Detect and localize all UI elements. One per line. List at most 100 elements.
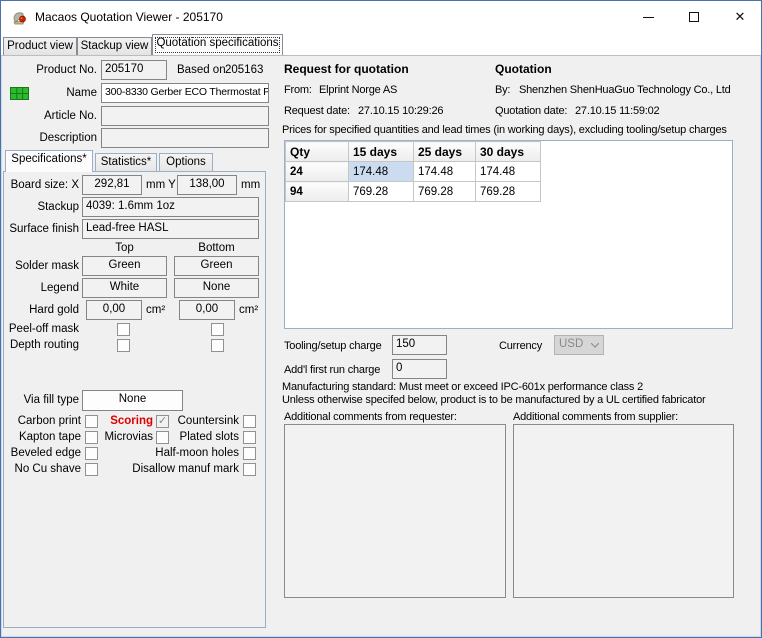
quotation-date-value: 27.10.15 11:59:02 — [575, 105, 660, 117]
mfg-standard-line2: Unless otherwise specifed below, product… — [282, 394, 706, 406]
cm2-bottom-label: cm² — [239, 304, 259, 316]
price-cell[interactable]: 174.48 — [348, 161, 414, 182]
article-no-field[interactable] — [101, 106, 269, 126]
qty-cell[interactable]: 94 — [285, 181, 349, 202]
tab-quotation-specifications[interactable]: Quotation specifications — [152, 34, 283, 55]
depth-routing-top-checkbox[interactable] — [117, 339, 130, 352]
maximize-button[interactable] — [671, 1, 717, 33]
qty-cell[interactable]: 24 — [285, 161, 349, 182]
currency-label: Currency — [499, 340, 543, 352]
beveled-edge-checkbox[interactable] — [85, 447, 98, 460]
currency-select[interactable]: USD — [554, 335, 604, 355]
app-icon — [13, 12, 26, 25]
price-cell[interactable]: 174.48 — [413, 161, 476, 182]
tooling-charge-label: Tooling/setup charge — [284, 340, 382, 352]
peel-off-mask-label: Peel-off mask — [8, 323, 79, 335]
rfq-title: Request for quotation — [284, 62, 409, 76]
half-moon-holes-label: Half-moon holes — [155, 447, 239, 459]
close-button[interactable]: ✕ — [717, 1, 761, 33]
peel-off-bottom-checkbox[interactable] — [211, 323, 224, 336]
countersink-label: Countersink — [177, 415, 239, 427]
half-moon-holes-checkbox[interactable] — [243, 447, 256, 460]
days15-header[interactable]: 15 days — [348, 141, 414, 162]
hard-gold-bottom-field[interactable]: 0,00 — [179, 300, 235, 320]
cm2-top-label: cm² — [146, 304, 166, 316]
price-cell[interactable]: 769.28 — [348, 181, 414, 202]
minimize-button[interactable] — [625, 1, 671, 33]
price-table: Qty 15 days 25 days 30 days 24 174.48 174.… — [285, 141, 541, 202]
board-size-label: Board size: X — [10, 179, 79, 191]
request-date-label: Request date: — [284, 105, 350, 117]
solder-mask-top-field[interactable]: Green — [82, 256, 167, 276]
close-icon: ✕ — [734, 9, 746, 24]
tab-product-view[interactable]: Product view — [3, 37, 77, 55]
bottom-column-label: Bottom — [198, 242, 235, 254]
quotation-title: Quotation — [495, 62, 552, 76]
comments-supplier-textarea[interactable] — [513, 424, 734, 598]
comments-supplier-label: Additional comments from supplier: — [513, 411, 678, 423]
product-no-label: Product No. — [36, 64, 97, 76]
prices-note: Prices for specified quantities and lead… — [282, 124, 727, 136]
tab-focus-rect — [155, 37, 280, 53]
based-on-value: 205163 — [225, 64, 264, 76]
via-fill-type-button[interactable]: None — [82, 390, 183, 411]
tab-statistics[interactable]: Statistics* — [95, 153, 157, 171]
tab-options[interactable]: Options — [159, 153, 213, 171]
disallow-manuf-mark-checkbox[interactable] — [243, 463, 256, 476]
disallow-manuf-mark-label: Disallow manuf mark — [132, 463, 239, 475]
quotation-date-label: Quotation date: — [495, 105, 568, 117]
mfg-standard-line1: Manufacturing standard: Must meet or exc… — [282, 381, 644, 393]
minimize-icon — [642, 16, 654, 18]
plated-slots-checkbox[interactable] — [243, 431, 256, 444]
product-no-field[interactable]: 205170 — [101, 60, 167, 80]
price-cell[interactable]: 174.48 — [475, 161, 541, 182]
top-column-label: Top — [115, 242, 134, 254]
description-label: Description — [39, 132, 97, 144]
legend-top-field[interactable]: White — [82, 278, 167, 298]
surface-finish-label: Surface finish — [9, 223, 79, 235]
price-cell[interactable]: 769.28 — [475, 181, 541, 202]
app-window: Macaos Quotation Viewer - 205170 ✕ Produ… — [0, 0, 762, 638]
surface-finish-field[interactable]: Lead-free HASL — [82, 219, 259, 239]
countersink-checkbox[interactable] — [243, 415, 256, 428]
tooling-charge-field[interactable]: 150 — [392, 335, 447, 355]
depth-routing-bottom-checkbox[interactable] — [211, 339, 224, 352]
no-cu-shave-label: No Cu shave — [14, 463, 81, 475]
name-field[interactable]: 300-8330 Gerber ECO Thermostat Pl — [101, 83, 269, 103]
price-cell[interactable]: 769.28 — [413, 181, 476, 202]
no-cu-shave-checkbox[interactable] — [85, 463, 98, 476]
qty-header[interactable]: Qty — [285, 141, 349, 162]
description-field[interactable] — [101, 128, 269, 148]
price-table-row: 94 769.28 769.28 769.28 — [285, 181, 541, 202]
days30-header[interactable]: 30 days — [475, 141, 541, 162]
chevron-down-icon — [591, 343, 599, 348]
board-x-field[interactable]: 292,81 — [82, 175, 142, 195]
legend-bottom-field[interactable]: None — [174, 278, 259, 298]
stackup-label: Stackup — [37, 201, 79, 213]
days25-header[interactable]: 25 days — [413, 141, 476, 162]
solder-mask-label: Solder mask — [15, 260, 79, 272]
by-value: Shenzhen ShenHuaGuo Technology Co., Ltd — [519, 84, 731, 96]
solder-mask-bottom-field[interactable]: Green — [174, 256, 259, 276]
comments-requester-textarea[interactable] — [284, 424, 506, 598]
comments-requester-label: Additional comments from requester: — [284, 411, 457, 423]
mm-label: mm — [241, 179, 261, 191]
via-fill-type-label: Via fill type — [23, 394, 79, 406]
name-label: Name — [66, 87, 97, 99]
addl-charge-label: Add'l first run charge — [284, 364, 381, 376]
tab-stackup-view[interactable]: Stackup view — [77, 37, 152, 55]
board-y-field[interactable]: 138,00 — [177, 175, 237, 195]
maximize-icon — [689, 12, 699, 22]
stackup-field[interactable]: 4039: 1.6mm 1oz — [82, 197, 259, 217]
price-table-body: 24 174.48 174.48 174.48 94 769.28 769.28 769.28 — [285, 161, 541, 202]
title-bar: Macaos Quotation Viewer - 205170 ✕ — [1, 1, 761, 33]
hard-gold-top-field[interactable]: 0,00 — [86, 300, 142, 320]
price-table-header-row: Qty 15 days 25 days 30 days — [285, 141, 541, 162]
plated-slots-label: Plated slots — [179, 431, 239, 443]
from-label: From: — [284, 84, 312, 96]
addl-charge-field[interactable]: 0 — [392, 359, 447, 379]
based-on-label: Based on — [177, 64, 226, 76]
tab-specifications[interactable]: Specifications* — [5, 150, 93, 172]
legend-label: Legend — [40, 282, 79, 294]
peel-off-top-checkbox[interactable] — [117, 323, 130, 336]
